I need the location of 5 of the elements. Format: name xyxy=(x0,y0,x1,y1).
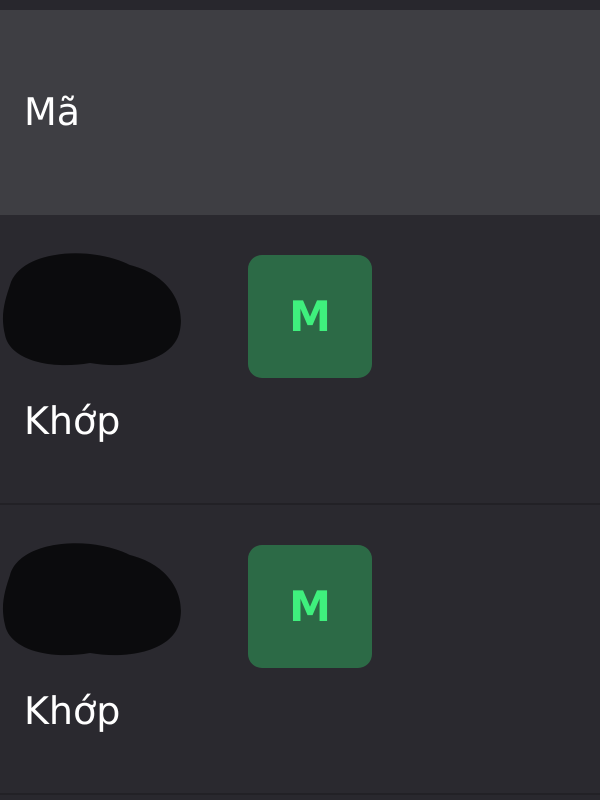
letter-badge: M xyxy=(248,545,372,668)
status-text: Khớp xyxy=(24,688,120,735)
letter-badge: M xyxy=(248,255,372,378)
column-title: Mã xyxy=(24,89,80,136)
status-text: Khớp xyxy=(24,398,120,445)
